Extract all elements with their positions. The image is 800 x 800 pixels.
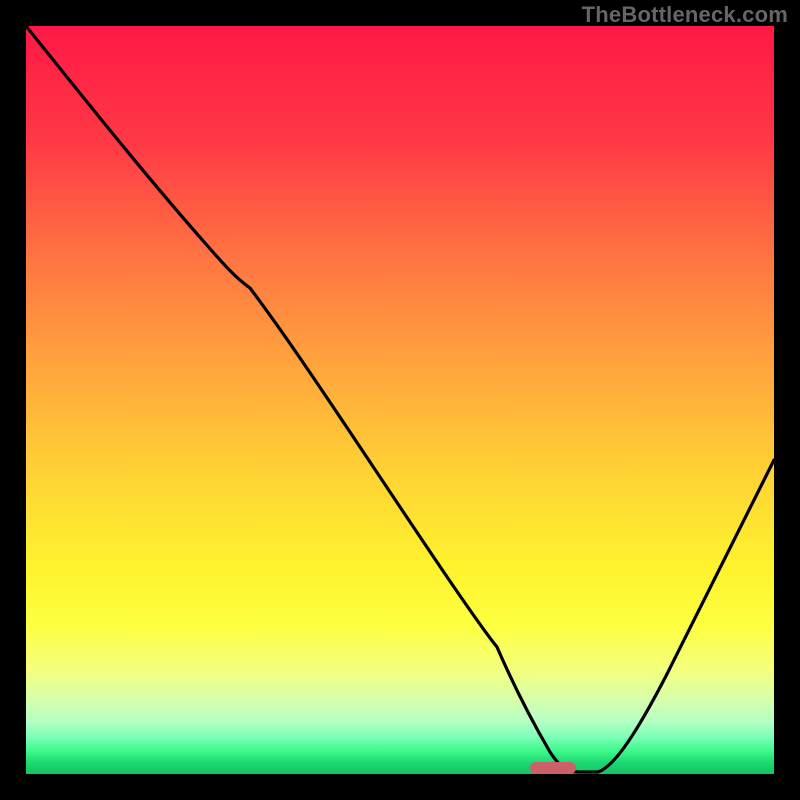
watermark-text: TheBottleneck.com — [582, 2, 788, 28]
bottleneck-curve — [26, 26, 774, 774]
chart-frame: TheBottleneck.com — [0, 0, 800, 800]
curve-path — [26, 26, 774, 772]
optimum-marker — [530, 762, 576, 774]
